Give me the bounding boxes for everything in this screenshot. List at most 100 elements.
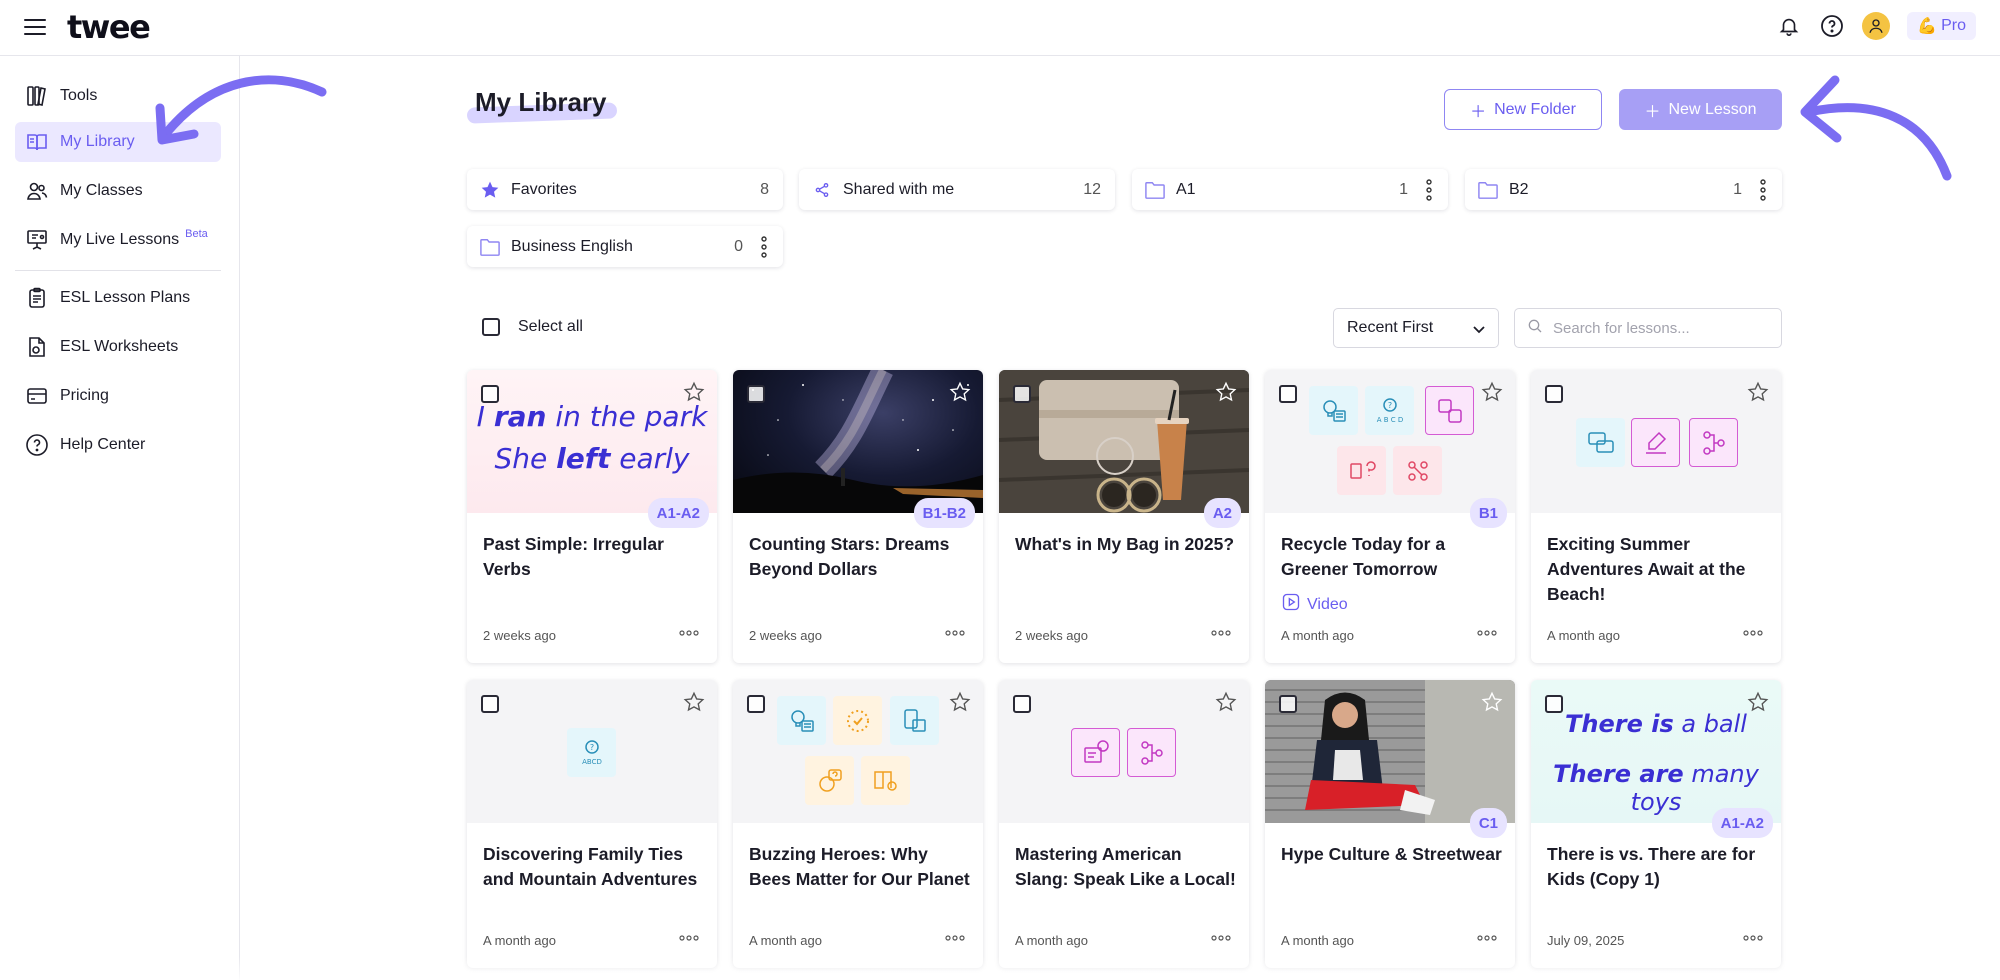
card-thumbnail: ? A B C D — [1265, 370, 1515, 513]
select-all-checkbox[interactable] — [482, 318, 500, 336]
card-checkbox[interactable] — [747, 695, 765, 713]
level-badge: A1-A2 — [1711, 808, 1773, 838]
svg-text:A B C D: A B C D — [1376, 416, 1403, 424]
folder-chip-shared-with-me[interactable]: Shared with me 12 — [799, 169, 1115, 210]
pro-label: Pro — [1941, 17, 1966, 34]
card-date: 2 weeks ago — [749, 628, 822, 643]
card-checkbox[interactable] — [1013, 385, 1031, 403]
lesson-card[interactable]: Buzzing Heroes: Why Bees Matter for Our … — [733, 680, 983, 968]
sidebar-item-esl-lesson-plans[interactable]: ESL Lesson Plans — [15, 278, 221, 318]
sidebar-item-label: Help Center — [60, 436, 146, 453]
quiz-abcd-icon: ? A B C D — [1365, 386, 1414, 435]
kebab-menu-icon[interactable] — [1422, 177, 1436, 203]
star-outline-icon[interactable] — [1481, 381, 1503, 408]
sidebar-item-help-center[interactable]: Help Center — [15, 425, 221, 465]
card-checkbox[interactable] — [747, 385, 765, 403]
new-folder-label: New Folder — [1494, 100, 1576, 118]
folder-label: A1 — [1176, 180, 1196, 198]
lesson-card[interactable]: I ran in the park She left early A1-A2 P… — [467, 370, 717, 663]
search-input[interactable] — [1553, 319, 1773, 337]
lesson-card[interactable]: There is a ball There are many toys A1-A… — [1531, 680, 1781, 968]
sidebar-item-pricing[interactable]: Pricing — [15, 376, 221, 416]
menu-icon[interactable] — [24, 19, 46, 35]
streetwear-photo-image — [1265, 680, 1515, 823]
folder-label: Shared with me — [843, 180, 955, 198]
new-folder-button[interactable]: ＋ New Folder — [1444, 89, 1602, 130]
more-options-icon[interactable] — [1477, 928, 1497, 946]
folder-chip-favorites[interactable]: Favorites 8 — [467, 169, 783, 210]
star-outline-icon[interactable] — [1215, 691, 1237, 718]
folder-chip-a1[interactable]: A1 1 — [1132, 169, 1448, 210]
card-title: Exciting Summer Adventures Await at the … — [1547, 534, 1746, 604]
sidebar-item-label: ESL Worksheets — [60, 338, 179, 355]
logo[interactable]: twee — [67, 8, 151, 46]
more-options-icon[interactable] — [945, 623, 965, 641]
star-outline-icon[interactable] — [683, 691, 705, 718]
card-checkbox[interactable] — [1279, 385, 1297, 403]
card-thumbnail: I ran in the park She left early — [467, 370, 717, 513]
card-thumbnail — [1265, 680, 1515, 823]
card-date: A month ago — [483, 933, 556, 948]
star-outline-icon[interactable] — [1747, 381, 1769, 408]
more-options-icon[interactable] — [1743, 623, 1763, 641]
lesson-card[interactable]: B1-B2 Counting Stars: Dreams Beyond Doll… — [733, 370, 983, 663]
star-outline-icon[interactable] — [1481, 691, 1503, 718]
folder-count: 1 — [1399, 180, 1408, 198]
kebab-menu-icon[interactable] — [1756, 177, 1770, 203]
card-checkbox[interactable] — [1013, 695, 1031, 713]
help-circle-icon[interactable] — [1819, 13, 1845, 39]
sort-dropdown[interactable]: Recent First — [1333, 308, 1499, 348]
card-date: July 09, 2025 — [1547, 933, 1625, 948]
more-options-icon[interactable] — [945, 928, 965, 946]
folder-chip-b2[interactable]: B2 1 — [1465, 169, 1782, 210]
star-outline-icon[interactable] — [683, 381, 705, 408]
lesson-card[interactable]: A2 What's in My Bag in 2025? 2 weeks ago — [999, 370, 1249, 663]
star-outline-icon[interactable] — [1747, 691, 1769, 718]
more-options-icon[interactable] — [1477, 623, 1497, 641]
card-thumbnail: ? ABCD — [467, 680, 717, 823]
card-checkbox[interactable] — [481, 695, 499, 713]
svg-text:?: ? — [589, 743, 593, 752]
card-thumbnail — [733, 680, 983, 823]
card-date: A month ago — [749, 933, 822, 948]
more-options-icon[interactable] — [1743, 928, 1763, 946]
thumbnail-text-line1: There is a ball — [1565, 710, 1747, 738]
more-options-icon[interactable] — [1211, 928, 1231, 946]
kebab-menu-icon[interactable] — [757, 234, 771, 260]
sidebar-item-esl-worksheets[interactable]: ESL Worksheets — [15, 327, 221, 367]
more-options-icon[interactable] — [679, 928, 699, 946]
loading-circle-icon — [833, 696, 882, 745]
card-date: A month ago — [1547, 628, 1620, 643]
card-checkbox[interactable] — [1545, 695, 1563, 713]
bell-icon[interactable] — [1776, 13, 1802, 39]
sidebar-item-label: My Library — [60, 133, 135, 150]
star-outline-icon[interactable] — [949, 691, 971, 718]
lesson-card[interactable]: ? A B C D B1 Recycle Today for a Greener … — [1265, 370, 1515, 663]
card-checkbox[interactable] — [1279, 695, 1297, 713]
lesson-card[interactable]: C1 Hype Culture & Streetwear A month ago — [1265, 680, 1515, 968]
level-badge: A2 — [1203, 498, 1241, 528]
lesson-card[interactable]: Exciting Summer Adventures Await at the … — [1531, 370, 1781, 663]
new-lesson-button[interactable]: ＋ New Lesson — [1619, 89, 1782, 130]
select-all[interactable]: Select all — [482, 318, 583, 336]
level-badge: A1-A2 — [647, 498, 709, 528]
more-options-icon[interactable] — [1211, 623, 1231, 641]
card-thumbnail — [999, 680, 1249, 823]
page-title: My Library — [475, 87, 607, 117]
more-options-icon[interactable] — [679, 623, 699, 641]
card-checkbox[interactable] — [1545, 385, 1563, 403]
pro-badge[interactable]: 💪 Pro — [1907, 12, 1976, 40]
lesson-card[interactable]: Mastering American Slang: Speak Like a L… — [999, 680, 1249, 968]
search-box[interactable] — [1514, 308, 1782, 348]
lesson-card[interactable]: ? ABCD Discovering Family Ties and Mounta… — [467, 680, 717, 968]
card-checkbox[interactable] — [481, 385, 499, 403]
sidebar-item-my-classes[interactable]: My Classes — [15, 171, 221, 211]
worksheet-ab-icon — [1071, 728, 1120, 777]
star-outline-icon[interactable] — [949, 381, 971, 408]
flexed-arm-icon: 💪 — [1917, 18, 1938, 35]
star-outline-icon[interactable] — [1215, 381, 1237, 408]
avatar[interactable] — [1862, 12, 1891, 40]
folder-chip-business-english[interactable]: Business English 0 — [467, 226, 783, 267]
sidebar-item-my-live-lessons[interactable]: My Live Lessons Beta — [15, 220, 221, 260]
card-title: Mastering American Slang: Speak Like a L… — [1015, 844, 1236, 889]
